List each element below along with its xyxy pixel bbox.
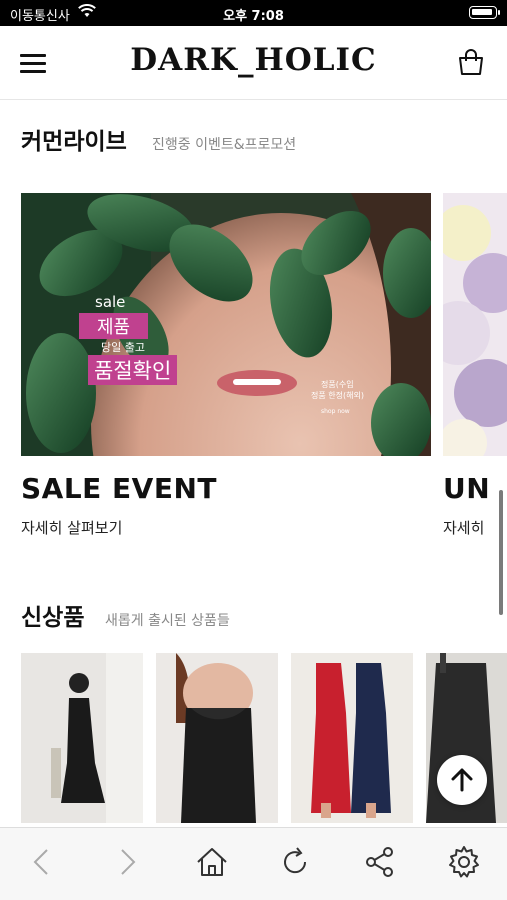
clock: 오후 7:08 [223, 9, 284, 24]
banner-link-sale[interactable]: 자세히 살펴보기 [21, 517, 122, 538]
banner-overlay-sale: sale [95, 293, 126, 311]
section-title-community: 커먼라이브 [21, 129, 127, 155]
product-image [21, 653, 143, 823]
product-image [291, 653, 413, 823]
banner-second[interactable] [443, 193, 507, 456]
chevron-right-icon[interactable] [108, 844, 144, 880]
banner-title-second[interactable]: UN [443, 472, 490, 505]
banner-sale-event[interactable]: sale 제품 당일 출고 품절확인 정품(수입 정품 한정(해외) shop … [21, 193, 431, 456]
product-card[interactable] [291, 653, 413, 823]
gear-icon[interactable] [446, 844, 482, 880]
banner-overlay-line2: 당일 출고 [101, 341, 145, 354]
home-icon[interactable] [194, 844, 230, 880]
status-bar: 이동통신사 오후 7:08 [0, 0, 507, 26]
brand-logo[interactable]: DARK_HOLIC [0, 42, 507, 78]
app-header: DARK_HOLIC [0, 26, 507, 100]
banner-overlay-side2: 정품 한정(해외) [311, 391, 364, 400]
banner-overlay-side1: 정품(수입 [321, 380, 354, 389]
product-image [156, 653, 278, 823]
arrow-up-icon [451, 768, 473, 792]
section-title-new-arrivals: 신상품 [21, 605, 85, 631]
banner-overlay-line3: 품절확인 [88, 355, 178, 385]
banner-title-sale[interactable]: SALE EVENT [21, 472, 217, 505]
scroll-indicator [499, 490, 503, 615]
banner-overlay-side3: shop now [321, 408, 350, 415]
section-subtitle-new-arrivals: 새롭게 출시된 상품들 [105, 613, 230, 629]
product-card[interactable] [156, 653, 278, 823]
chevron-left-icon[interactable] [25, 844, 61, 880]
banner-floral-image [443, 193, 507, 456]
refresh-icon[interactable] [277, 844, 313, 880]
banner-link-second[interactable]: 자세히 [443, 517, 484, 538]
banner-overlay-line1: 제품 [79, 313, 149, 339]
share-icon[interactable] [362, 844, 398, 880]
product-card[interactable] [21, 653, 143, 823]
battery-icon [469, 6, 500, 19]
section-subtitle-community: 진행중 이벤트&프로모션 [152, 137, 297, 153]
shopping-bag-icon[interactable] [457, 48, 485, 76]
scroll-to-top-button[interactable] [437, 755, 487, 805]
bottom-toolbar [0, 827, 507, 900]
